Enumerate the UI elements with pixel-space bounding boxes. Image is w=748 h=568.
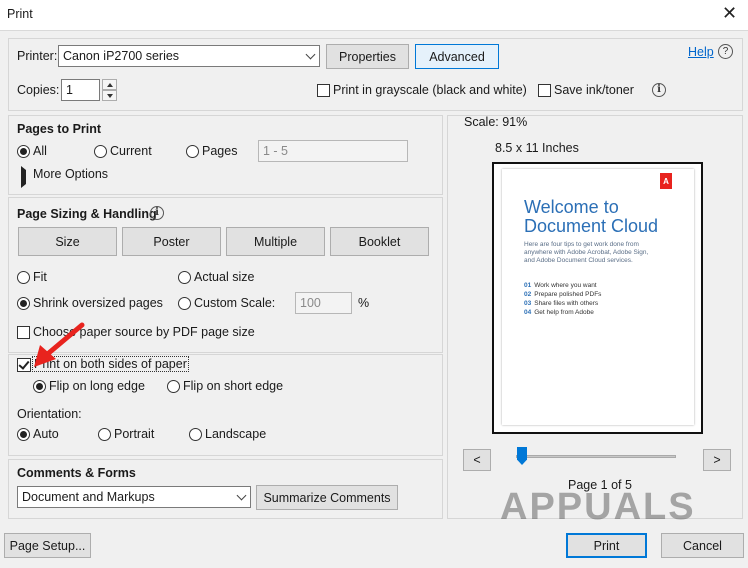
paper-source-checkbox[interactable] (17, 326, 30, 339)
tab-poster[interactable]: Poster (122, 227, 221, 256)
flip-short-edge-label: Flip on short edge (183, 379, 284, 393)
pages-to-print-title: Pages to Print (17, 122, 102, 136)
advanced-button[interactable]: Advanced (415, 44, 499, 69)
flip-long-edge-radio[interactable] (33, 380, 46, 393)
info-icon[interactable]: i (652, 83, 666, 97)
scale-label: Scale: 91% (464, 115, 528, 129)
save-ink-checkbox[interactable] (538, 84, 551, 97)
arrow-up-icon (106, 82, 113, 87)
fit-radio[interactable] (17, 271, 30, 284)
percent-label: % (358, 296, 370, 310)
title-bar: Print ✕ (0, 0, 748, 30)
orientation-portrait-label: Portrait (114, 427, 155, 441)
save-ink-label: Save ink/toner (554, 83, 634, 97)
orientation-landscape-label: Landscape (205, 427, 267, 441)
doc-list-item: 03 Share files with others (524, 300, 599, 307)
orientation-title: Orientation: (17, 407, 82, 421)
page-slider-track[interactable] (516, 455, 676, 458)
doc-title-line-2: Document Cloud (524, 216, 659, 236)
copies-label: Copies: (17, 83, 60, 97)
tab-size[interactable]: Size (18, 227, 117, 256)
more-options-toggle[interactable]: More Options (33, 167, 108, 181)
printer-label: Printer: (17, 49, 58, 63)
all-pages-radio[interactable] (17, 145, 30, 158)
pages-range-radio[interactable] (186, 145, 199, 158)
page-sizing-title: Page Sizing & Handling (17, 207, 157, 221)
tab-multiple[interactable]: Multiple (226, 227, 325, 256)
next-page-button[interactable]: > (703, 449, 731, 471)
copies-decrement-button[interactable] (102, 90, 117, 101)
actual-size-radio[interactable] (178, 271, 191, 284)
actual-size-label: Actual size (194, 270, 255, 284)
current-page-radio[interactable] (94, 145, 107, 158)
pages-range-label: Pages (202, 144, 238, 158)
chevron-down-icon (232, 487, 250, 507)
expand-triangle-icon[interactable] (21, 166, 26, 188)
info-icon[interactable]: i (150, 206, 164, 220)
watermark-logo: APPUALS (500, 486, 696, 528)
window-title: Print (7, 7, 33, 21)
pages-range-input[interactable]: 1 - 5 (258, 140, 408, 162)
custom-scale-radio[interactable] (178, 297, 191, 310)
properties-button[interactable]: Properties (326, 44, 409, 69)
arrow-down-icon (106, 93, 113, 98)
flip-long-edge-label: Flip on long edge (49, 379, 145, 393)
comments-forms-title: Comments & Forms (17, 466, 136, 480)
copies-increment-button[interactable] (102, 79, 117, 90)
orientation-auto-label: Auto (33, 427, 59, 441)
grayscale-checkbox[interactable] (317, 84, 330, 97)
preview-frame: A Welcome to Document Cloud Here are fou… (492, 162, 703, 434)
doc-title-line-1: Welcome to (524, 197, 619, 217)
cancel-button[interactable]: Cancel (661, 533, 744, 558)
print-button[interactable]: Print (566, 533, 647, 558)
tab-booklet[interactable]: Booklet (330, 227, 429, 256)
adobe-logo-icon: A (660, 173, 672, 189)
doc-list-item: 01 Work where you want (524, 282, 597, 289)
comments-select[interactable]: Document and Markups (17, 486, 251, 508)
dialog-client: Printer: Canon iP2700 series Properties … (0, 30, 748, 568)
grayscale-label: Print in grayscale (black and white) (333, 83, 527, 97)
shrink-oversized-label: Shrink oversized pages (33, 296, 163, 310)
all-pages-label: All (33, 144, 47, 158)
page-setup-button[interactable]: Page Setup... (4, 533, 91, 558)
custom-scale-input[interactable]: 100 (295, 292, 352, 314)
close-icon[interactable]: ✕ (722, 3, 737, 23)
current-page-label: Current (110, 144, 152, 158)
shrink-oversized-radio[interactable] (17, 297, 30, 310)
paper-size-label: 8.5 x 11 Inches (495, 141, 579, 155)
doc-body-line-3: and Adobe Document Cloud services. (524, 257, 633, 264)
both-sides-checkbox[interactable] (17, 358, 31, 372)
flip-short-edge-radio[interactable] (167, 380, 180, 393)
fit-label: Fit (33, 270, 47, 284)
custom-scale-label: Custom Scale: (194, 296, 276, 310)
orientation-landscape-radio[interactable] (189, 428, 202, 441)
summarize-comments-button[interactable]: Summarize Comments (256, 485, 398, 510)
printer-select[interactable]: Canon iP2700 series (58, 45, 320, 67)
chevron-down-icon (301, 46, 319, 66)
doc-list-item: 04 Get help from Adobe (524, 309, 594, 316)
help-icon[interactable]: ? (718, 44, 733, 59)
copies-input[interactable]: 1 (61, 79, 100, 101)
orientation-portrait-radio[interactable] (98, 428, 111, 441)
help-link[interactable]: Help (688, 45, 714, 59)
doc-list-item: 02 Prepare polished PDFs (524, 291, 602, 298)
annotation-arrow-icon (34, 322, 85, 367)
orientation-auto-radio[interactable] (17, 428, 30, 441)
preview-page: A Welcome to Document Cloud Here are fou… (502, 169, 694, 425)
previous-page-button[interactable]: < (463, 449, 491, 471)
